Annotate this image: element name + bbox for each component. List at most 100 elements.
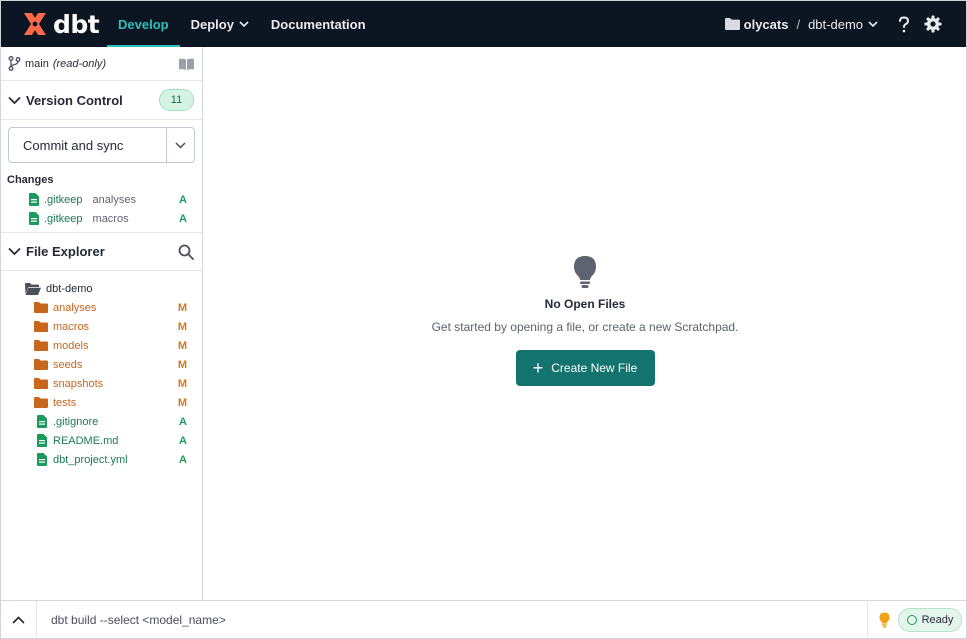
file-icon: [29, 193, 39, 206]
help-button[interactable]: [898, 15, 910, 33]
tree-item-label: README.md: [53, 434, 119, 447]
nav-right-group: olycats / dbt-demo: [724, 15, 942, 33]
change-flag: A: [179, 193, 187, 206]
tab-label: Develop: [118, 16, 169, 32]
branch-indicator: main (read-only): [1, 47, 202, 81]
change-file-dir: macros: [92, 212, 129, 225]
tree-item-flag: M: [177, 339, 187, 352]
folder-icon: [34, 302, 48, 313]
empty-state-subtitle: Get started by opening a file, or create…: [431, 320, 739, 334]
git-branch-icon: [8, 56, 21, 71]
lightbulb-icon: [574, 256, 596, 288]
section-title: File Explorer: [26, 244, 105, 259]
tree-item-label: models: [53, 339, 89, 352]
gear-icon: [924, 15, 942, 33]
create-new-file-button[interactable]: + Create New File: [515, 350, 655, 386]
tree-item-flag: M: [177, 301, 187, 314]
tree-item-folder[interactable]: snapshots M: [1, 374, 202, 393]
chevron-down-icon: [175, 141, 186, 149]
empty-state: No Open Files Get started by opening a f…: [204, 255, 966, 386]
tree-item-flag: M: [177, 320, 187, 333]
editor-area: No Open Files Get started by opening a f…: [204, 47, 966, 600]
tree-root[interactable]: dbt-demo: [1, 279, 202, 298]
chevron-down-icon: [8, 96, 21, 104]
tree-item-flag: A: [179, 453, 187, 466]
tree-item-folder[interactable]: seeds M: [1, 355, 202, 374]
project-selector[interactable]: olycats / dbt-demo: [724, 16, 878, 32]
command-divider: [867, 601, 869, 638]
tree-item-label: .gitignore: [53, 415, 99, 428]
tree-item-flag: A: [179, 415, 187, 428]
book-icon[interactable]: [179, 58, 194, 70]
folder-icon: [34, 321, 48, 332]
tree-item-label: analyses: [53, 301, 97, 314]
commit-options-dropdown[interactable]: [166, 128, 194, 162]
tab-label: Documentation: [270, 16, 366, 32]
tree-item-flag: M: [177, 377, 187, 390]
expand-panel-button[interactable]: [1, 601, 37, 638]
commit-and-sync-button[interactable]: Commit and sync: [9, 138, 166, 153]
tree-item-label: tests: [53, 396, 77, 409]
tab-deploy[interactable]: Deploy: [180, 1, 260, 47]
status-ring-icon: [906, 614, 917, 625]
changes-label: Changes: [7, 174, 54, 186]
commit-and-sync-split-button: Commit and sync: [8, 127, 195, 163]
chevron-up-icon: [12, 615, 25, 624]
chevron-down-icon: [239, 20, 249, 27]
top-navigation-bar: dbt Develop Deploy Documentation olycats…: [1, 1, 966, 47]
logo-text: dbt: [53, 9, 100, 39]
tree-item-file[interactable]: dbt_project.yml A: [1, 450, 202, 469]
branch-status: (read-only): [52, 57, 107, 70]
tree-item-folder[interactable]: analyses M: [1, 298, 202, 317]
status-badge: Ready: [898, 607, 962, 632]
tree-item-flag: M: [177, 396, 187, 409]
empty-state-title: No Open Files: [544, 297, 626, 311]
chevron-down-icon: [8, 247, 21, 256]
change-item[interactable]: .gitkeep analyses A: [1, 190, 202, 209]
tree-item-label: snapshots: [53, 377, 104, 390]
folder-open-icon: [25, 282, 41, 295]
changes-count-badge: 11: [159, 89, 194, 111]
file-icon: [37, 453, 47, 466]
command-bar: dbt build --select <model_name> Ready: [1, 600, 966, 638]
question-mark-icon: [899, 15, 910, 32]
folder-icon: [34, 340, 48, 351]
create-new-file-label: Create New File: [551, 361, 638, 375]
tree-item-folder[interactable]: tests M: [1, 393, 202, 412]
folder-icon: [34, 378, 48, 389]
search-icon[interactable]: [178, 244, 194, 260]
section-title: Version Control: [26, 92, 123, 108]
branch-name: main: [25, 57, 49, 70]
tree-item-folder[interactable]: models M: [1, 336, 202, 355]
file-explorer-header[interactable]: File Explorer: [1, 232, 202, 271]
change-file-dir: analyses: [92, 193, 136, 206]
file-icon: [29, 212, 39, 225]
tree-item-folder[interactable]: macros M: [1, 317, 202, 336]
file-icon: [37, 434, 47, 447]
tab-documentation[interactable]: Documentation: [260, 1, 377, 47]
tab-develop[interactable]: Develop: [107, 1, 180, 47]
version-control-header[interactable]: Version Control 11: [1, 81, 202, 120]
settings-button[interactable]: [924, 15, 942, 33]
tree-item-flag: M: [177, 358, 187, 371]
tree-item-label: macros: [53, 320, 90, 333]
tree-item-file[interactable]: README.md A: [1, 431, 202, 450]
account-name: olycats: [743, 16, 789, 32]
change-item[interactable]: .gitkeep macros A: [1, 209, 202, 228]
lightbulb-icon[interactable]: [879, 612, 890, 628]
breadcrumb-separator: /: [796, 16, 801, 32]
folder-icon: [34, 359, 48, 370]
command-input[interactable]: dbt build --select <model_name>: [37, 613, 867, 627]
dbt-logo-icon: [24, 13, 46, 35]
sidebar: main (read-only) Version Control 11 Comm…: [1, 47, 203, 600]
tab-label: Deploy: [190, 16, 234, 32]
folder-icon: [34, 397, 48, 408]
tree-item-file[interactable]: .gitignore A: [1, 412, 202, 431]
plus-icon: +: [532, 358, 544, 378]
tree-item-label: dbt_project.yml: [53, 453, 128, 466]
dbt-logo[interactable]: dbt: [21, 10, 107, 39]
file-icon: [37, 415, 47, 428]
change-file-name: .gitkeep: [44, 193, 83, 206]
project-name: dbt-demo: [808, 16, 863, 32]
change-flag: A: [179, 212, 187, 225]
